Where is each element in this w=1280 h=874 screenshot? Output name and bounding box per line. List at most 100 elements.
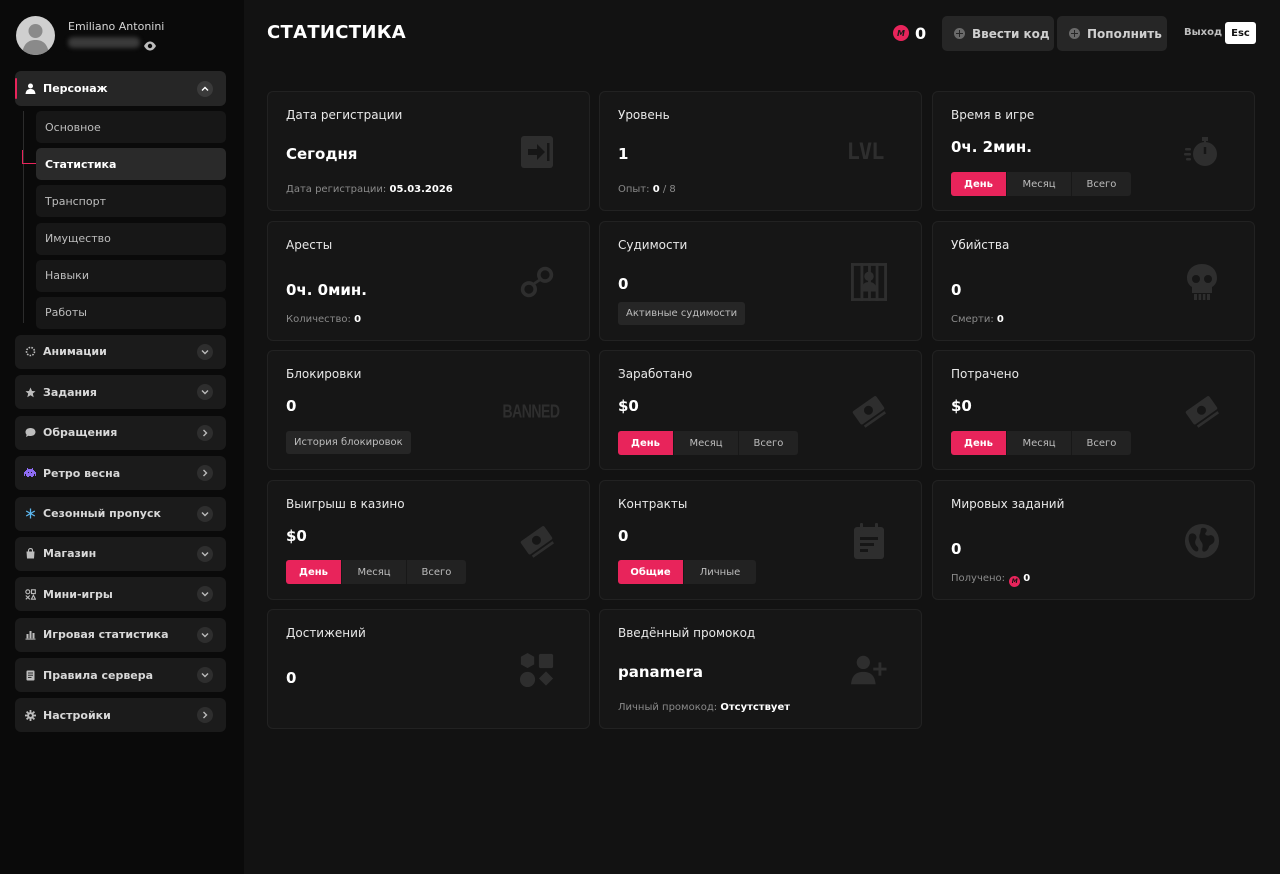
spinner-icon — [24, 346, 36, 358]
plus-icon — [954, 28, 965, 39]
sidebar: Emiliano Antonini Персонаж Основное Стат… — [0, 0, 244, 874]
exit-label[interactable]: Выход — [1184, 27, 1222, 38]
spent-period-tabs: День Месяц Всего — [951, 431, 1131, 455]
card-playtime: Время в игре 0ч. 2мин. День Месяц Всего — [932, 91, 1255, 211]
tab-day[interactable]: День — [286, 560, 342, 584]
banned-stamp-icon: BANNED — [502, 400, 560, 422]
sidebar-subitem-transport[interactable]: Транспорт — [36, 185, 226, 218]
chat-bubble-icon — [24, 427, 36, 439]
chevron-down-icon[interactable] — [197, 545, 213, 562]
money-stack-icon — [519, 523, 555, 559]
sidebar-item-shop[interactable]: Магазин — [15, 536, 226, 571]
card-promo: Введённый промокод panamera Личный промо… — [599, 609, 922, 729]
profile-id-hidden — [68, 37, 140, 48]
snowflake-icon — [24, 508, 36, 520]
balance-value: 0 — [915, 23, 927, 43]
sidebar-subitem-property[interactable]: Имущество — [36, 222, 226, 255]
sidebar-item-tickets[interactable]: Обращения — [15, 415, 226, 450]
tab-total[interactable]: Всего — [739, 431, 798, 455]
coin-icon: M — [893, 25, 909, 41]
sidebar-item-label: Персонаж — [43, 82, 108, 95]
chevron-right-icon[interactable] — [197, 424, 213, 441]
chevron-down-icon[interactable] — [197, 626, 213, 643]
level-icon: LVL — [846, 139, 885, 165]
star-icon — [24, 386, 36, 398]
tab-day[interactable]: День — [951, 431, 1007, 455]
chevron-down-icon[interactable] — [197, 667, 213, 684]
sidebar-submenu-character: Основное Статистика Транспорт Имущество … — [15, 111, 226, 329]
tab-total[interactable]: Всего — [1072, 431, 1131, 455]
plus-icon — [1069, 28, 1080, 39]
sidebar-item-season-pass[interactable]: Сезонный пропуск — [15, 496, 226, 531]
tab-personal[interactable]: Личные — [684, 560, 756, 584]
card-world-tasks: Мировых заданий 0 Получено: M0 — [932, 480, 1255, 600]
avatar — [16, 16, 55, 55]
sidebar-item-character[interactable]: Персонаж — [15, 71, 226, 106]
login-arrow-icon — [519, 134, 555, 170]
space-invader-icon — [24, 467, 36, 479]
document-icon — [24, 669, 36, 681]
chevron-down-icon[interactable] — [197, 505, 213, 522]
globe-icon — [1184, 523, 1220, 559]
prison-bars-icon — [851, 263, 887, 301]
card-achievements: Достижений 0 — [267, 609, 590, 729]
handcuffs-icon — [519, 264, 555, 300]
chevron-up-icon[interactable] — [197, 80, 213, 97]
sidebar-subitem-skills[interactable]: Навыки — [36, 259, 226, 292]
submenu-line — [23, 111, 24, 323]
sidebar-item-mini-games[interactable]: Мини-игры — [15, 577, 226, 612]
tab-total[interactable]: Всего — [1072, 172, 1131, 196]
tab-month[interactable]: Месяц — [1007, 172, 1072, 196]
sidebar-item-server-rules[interactable]: Правила сервера — [15, 658, 226, 693]
profile: Emiliano Antonini — [16, 16, 236, 56]
sidebar-menu: Персонаж Основное Статистика Транспорт И… — [15, 71, 226, 739]
casino-period-tabs: День Месяц Всего — [286, 560, 466, 584]
tab-month[interactable]: Месяц — [1007, 431, 1072, 455]
skull-icon — [1184, 264, 1220, 300]
card-kills: Убийства 0 Смерти: 0 — [932, 221, 1255, 341]
coin-icon: M — [1009, 576, 1021, 587]
card-casino: Выигрыш в казино $0 День Месяц Всего — [267, 480, 590, 600]
gear-icon — [24, 709, 36, 721]
page-title: СТАТИСТИКА — [267, 22, 406, 43]
tab-day[interactable]: День — [618, 431, 674, 455]
card-earned: Заработано $0 День Месяц Всего — [599, 350, 922, 470]
shopping-bag-icon — [24, 548, 36, 560]
tab-month[interactable]: Месяц — [342, 560, 407, 584]
sidebar-item-settings[interactable]: Настройки — [15, 698, 226, 733]
calendar-note-icon — [851, 523, 887, 559]
sidebar-subitem-main[interactable]: Основное — [36, 111, 226, 143]
sidebar-item-animations[interactable]: Анимации — [15, 334, 226, 369]
chevron-down-icon[interactable] — [197, 586, 213, 603]
add-user-icon — [851, 652, 887, 688]
active-convictions-button[interactable]: Активные судимости — [618, 302, 746, 325]
card-bans: Блокировки 0 История блокировок BANNED — [267, 350, 590, 470]
sidebar-item-tasks[interactable]: Задания — [15, 375, 226, 410]
enter-code-button[interactable]: Ввести код — [942, 16, 1054, 51]
stopwatch-icon — [1184, 134, 1220, 170]
chevron-right-icon[interactable] — [197, 707, 213, 724]
chevron-right-icon[interactable] — [197, 465, 213, 482]
profile-name: Emiliano Antonini — [68, 20, 165, 33]
card-convictions: Судимости 0 Активные судимости — [599, 221, 922, 341]
tab-month[interactable]: Месяц — [674, 431, 739, 455]
sidebar-subitem-jobs[interactable]: Работы — [36, 296, 226, 329]
sidebar-item-retro-spring[interactable]: Ретро весна — [15, 456, 226, 491]
exit-esc-key[interactable]: Esc — [1225, 22, 1256, 44]
money-stack-icon — [1184, 393, 1220, 429]
sidebar-item-game-statistics[interactable]: Игровая статистика — [15, 617, 226, 652]
sidebar-subitem-statistics[interactable]: Статистика — [22, 148, 226, 181]
tab-total[interactable]: Всего — [407, 560, 466, 584]
user-icon — [24, 83, 36, 95]
tab-day[interactable]: День — [951, 172, 1007, 196]
top-up-button[interactable]: Пополнить — [1057, 16, 1167, 51]
card-spent: Потрачено $0 День Месяц Всего — [932, 350, 1255, 470]
bar-chart-icon — [24, 629, 36, 641]
card-registration: Дата регистрации Сегодня Дата регистраци… — [267, 91, 590, 211]
eye-icon[interactable] — [143, 37, 157, 51]
ban-history-button[interactable]: История блокировок — [286, 431, 411, 454]
chevron-down-icon[interactable] — [197, 343, 213, 360]
chevron-down-icon[interactable] — [197, 384, 213, 401]
game-pieces-icon — [24, 588, 36, 600]
tab-general[interactable]: Общие — [618, 560, 684, 584]
